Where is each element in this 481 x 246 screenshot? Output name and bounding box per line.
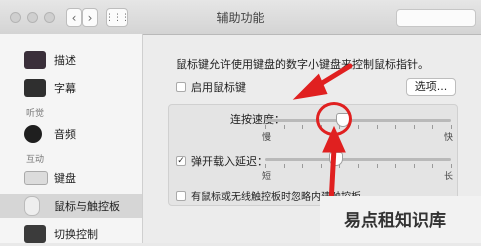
annotation-arrowhead (292, 73, 328, 100)
annotation-arrowhead (322, 125, 346, 153)
system-preferences-window: ‹ › ⋮⋮⋮ 辅助功能 描述 字幕 听觉 音频 互动 键盘 鼠标与触控板 切换… (0, 0, 481, 243)
watermark-text: 易点租知识库 (344, 211, 446, 231)
